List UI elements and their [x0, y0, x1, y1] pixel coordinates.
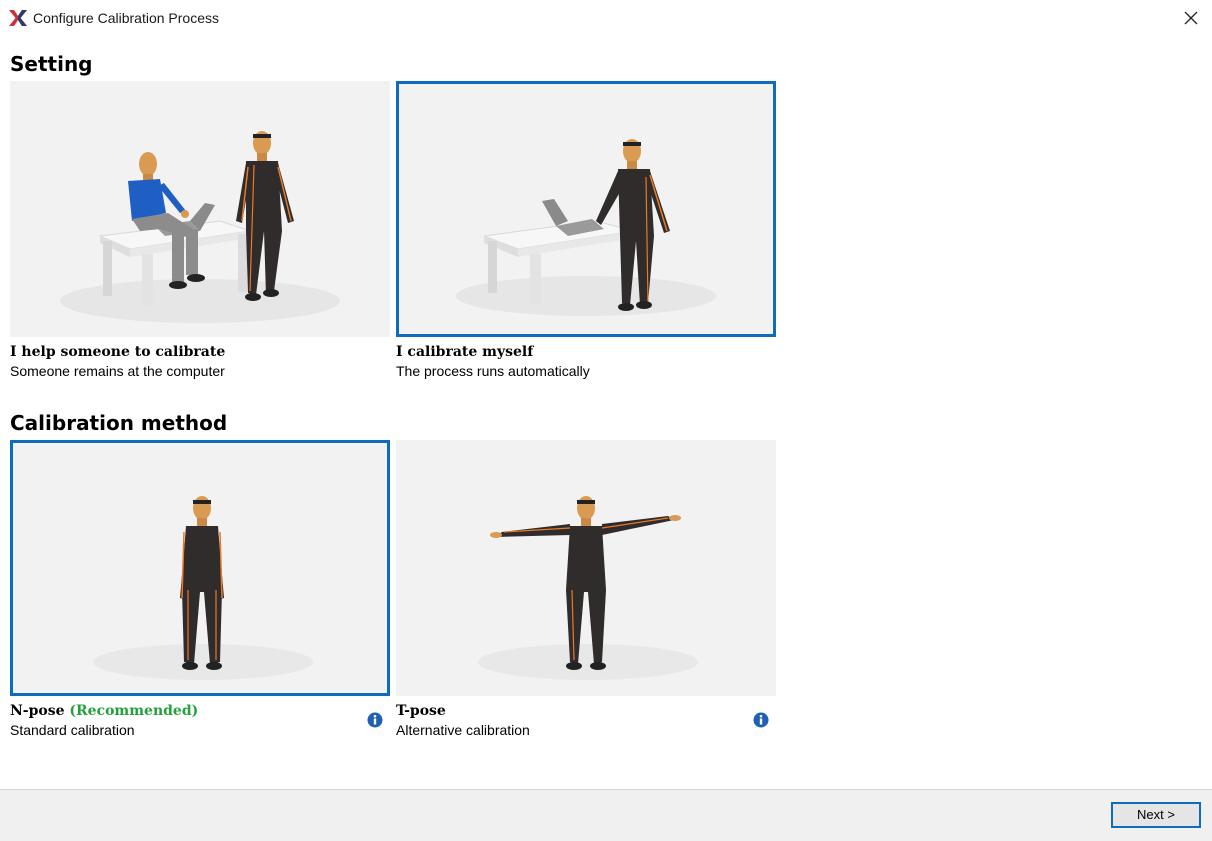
option-t-pose[interactable] — [396, 440, 776, 696]
help-someone-illustration — [60, 131, 340, 323]
title-bar: Configure Calibration Process — [0, 0, 1212, 36]
option-t-pose-subtitle: Alternative calibration — [396, 722, 530, 738]
t-pose-info-icon[interactable] — [753, 712, 769, 728]
t-pose-illustration — [478, 496, 698, 680]
option-n-pose-subtitle: Standard calibration — [10, 722, 135, 738]
setting-heading: Setting — [10, 52, 93, 76]
calibrate-myself-illustration — [456, 139, 716, 316]
next-button[interactable]: Next > — [1111, 802, 1201, 828]
n-pose-label: N-pose — [10, 703, 65, 719]
app-logo-icon — [9, 10, 27, 26]
option-help-someone-subtitle: Someone remains at the computer — [10, 363, 225, 379]
option-t-pose-title: T-pose — [396, 703, 446, 719]
close-icon — [1184, 11, 1198, 25]
option-calibrate-myself-title: I calibrate myself — [396, 344, 534, 360]
calibration-method-heading: Calibration method — [10, 411, 228, 435]
window-title: Configure Calibration Process — [33, 10, 219, 26]
option-help-someone[interactable] — [10, 81, 390, 337]
option-calibrate-myself[interactable] — [396, 81, 776, 337]
dialog-footer — [0, 789, 1212, 841]
option-calibrate-myself-subtitle: The process runs automatically — [396, 363, 590, 379]
option-n-pose[interactable] — [10, 440, 390, 696]
option-n-pose-title: N-pose (Recommended) — [10, 703, 198, 719]
n-pose-info-icon[interactable] — [367, 712, 383, 728]
close-button[interactable] — [1180, 7, 1202, 29]
n-pose-illustration — [93, 496, 313, 680]
option-help-someone-title: I help someone to calibrate — [10, 344, 226, 360]
recommended-badge: (Recommended) — [69, 703, 199, 719]
